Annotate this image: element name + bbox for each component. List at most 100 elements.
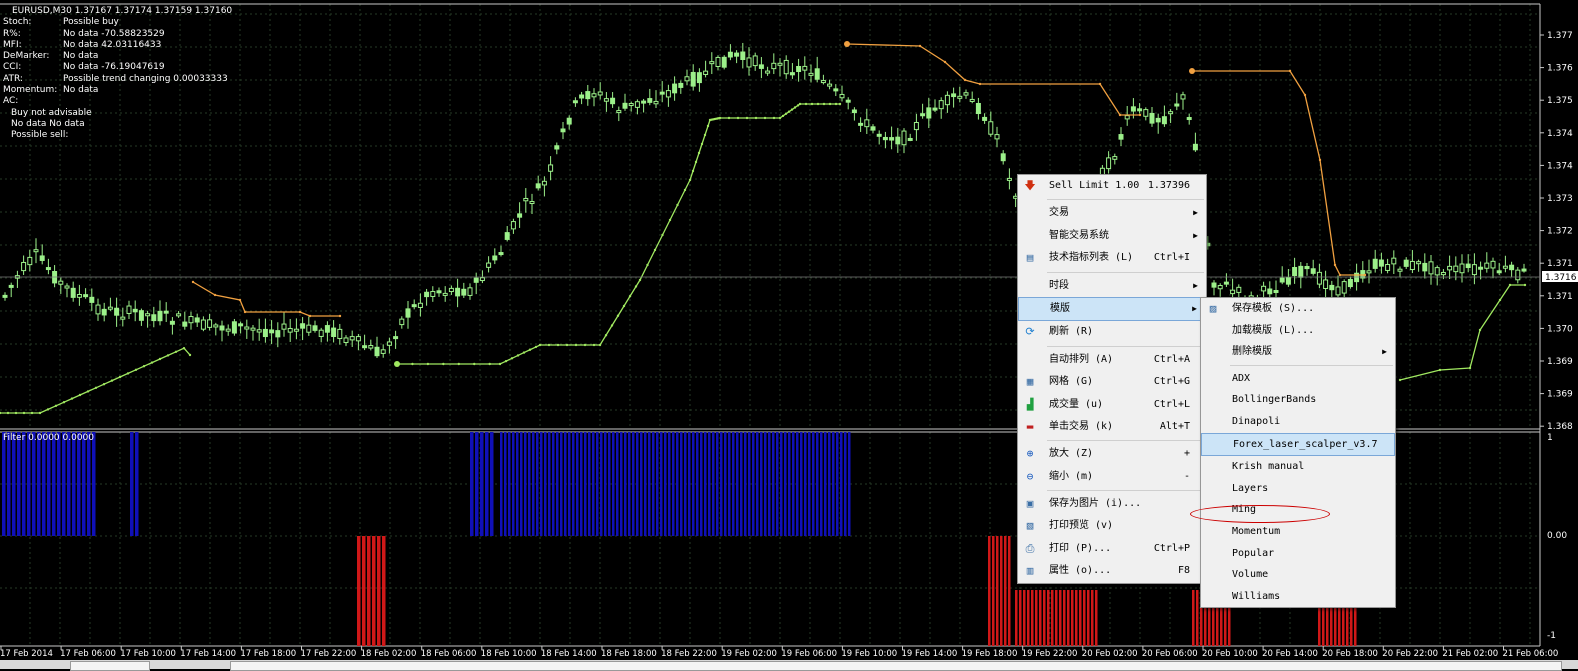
grid-icon: ▦ [1026, 375, 1034, 389]
filter-axis-label: -1 [1547, 631, 1556, 641]
indicator-row: Possible sell: [3, 130, 232, 141]
menu-item[interactable]: ⊕ 放大 (Z) + [1018, 443, 1206, 465]
menu-item[interactable]: ▧ 打印预览 (v) [1018, 515, 1206, 537]
price-axis-label: 1.374 [1547, 161, 1573, 171]
menu-item[interactable]: 🡇 Sell Limit 1.00 1.37396 [1018, 175, 1206, 197]
menu-item-label: 智能交易系统 [1049, 229, 1109, 241]
indicator-row: AC: [3, 96, 232, 107]
menu-item[interactable]: ▨ 保存模板 (S)... [1201, 298, 1395, 320]
menu-item-shortcut: Alt+T [1159, 420, 1190, 432]
chart-tab[interactable] [230, 661, 1562, 671]
menu-item-label: 放大 (Z) [1049, 448, 1094, 460]
menu-item-label: 缩小 (m) [1049, 470, 1094, 482]
menu-item[interactable]: 自动排列 (A) Ctrl+A [1018, 349, 1206, 371]
volume-icon: ▟ [1026, 397, 1034, 411]
save-picture-icon: ▣ [1026, 497, 1034, 511]
indicator-info-panel: EURUSD,M30 1.37167 1.37174 1.37159 1.371… [3, 6, 232, 142]
menu-item-label: ADX [1232, 372, 1251, 384]
print-icon: ⎙ [1025, 541, 1035, 555]
menu-item[interactable]: ADX [1201, 368, 1395, 390]
menu-item[interactable]: Ming [1201, 499, 1395, 521]
indicator-value: No data 42.03116433 [63, 39, 162, 50]
menu-item[interactable]: ▤ 技术指标列表 (L) Ctrl+I [1018, 247, 1206, 269]
refresh-icon: ⟳ [1025, 325, 1035, 339]
menu-item[interactable]: ⎙ 打印 (P)... Ctrl+P [1018, 538, 1206, 560]
menu-item[interactable]: 时段 ▶ [1018, 275, 1206, 297]
menu-item[interactable]: 删除模版 ▶ [1201, 341, 1395, 363]
menu-item-label: 刷新 (R) [1049, 326, 1094, 338]
time-axis-label: 19 Feb 06:00 [781, 649, 837, 659]
menu-item[interactable]: ⊖ 缩小 (m) - [1018, 466, 1206, 488]
filter-axis-label: 0.00 [1547, 531, 1567, 541]
submenu-arrow-icon: ▶ [1382, 347, 1387, 357]
menu-item-label: 网格 (G) [1049, 376, 1094, 388]
menu-item[interactable]: ▬ 单击交易 (k) Alt+T [1018, 416, 1206, 438]
menu-item-label: 模版 [1050, 302, 1070, 314]
time-axis-label: 17 Feb 14:00 [180, 649, 236, 659]
menu-item-label: BollingerBands [1232, 394, 1317, 406]
menu-item[interactable]: 加载模版 (L)... [1201, 320, 1395, 342]
submenu-arrow-icon: ▶ [1193, 280, 1198, 290]
menu-item[interactable]: Popular [1201, 543, 1395, 565]
price-axis-label: 1.370 [1547, 324, 1573, 334]
submenu-arrow-icon: ▶ [1193, 208, 1198, 218]
menu-item[interactable]: 模版 ▶ [1018, 296, 1206, 322]
menu-item[interactable]: Forex_laser_scalper_v3.7 [1201, 432, 1395, 457]
menu-item-shortcut: Ctrl+I [1153, 252, 1190, 264]
menu-item[interactable]: 交易 ▶ [1018, 202, 1206, 224]
menu-item-label: 保存为图片 (i)... [1049, 498, 1142, 510]
time-axis-label: 21 Feb 06:00 [1503, 649, 1559, 659]
submenu-arrow-icon: ▶ [1193, 230, 1198, 240]
time-axis-label: 18 Feb 22:00 [661, 649, 717, 659]
menu-item[interactable]: 智能交易系统 ▶ [1018, 225, 1206, 247]
time-axis-label: 20 Feb 14:00 [1262, 649, 1318, 659]
chart-tabs-bar [0, 660, 1578, 671]
menu-item-label: Popular [1232, 547, 1275, 559]
menu-separator [1047, 271, 1204, 273]
zoom-in-icon: ⊕ [1026, 447, 1034, 461]
indicator-value: Possible buy [63, 17, 119, 28]
menu-separator [1047, 440, 1204, 442]
indicator-value: No data -70.58823529 [63, 28, 165, 39]
menu-item[interactable]: ▟ 成交量 (u) Ctrl+L [1018, 394, 1206, 416]
indicator-value: No data -76.19047619 [63, 62, 165, 73]
chart-header: EURUSD,M30 1.37167 1.37174 1.37159 1.371… [12, 6, 233, 16]
menu-separator [1047, 345, 1204, 347]
menu-item[interactable]: Momentum [1201, 521, 1395, 543]
menu-item-label: Forex_laser_scalper_v3.7 [1233, 438, 1378, 450]
menu-item[interactable]: BollingerBands [1201, 389, 1395, 411]
time-axis-label: 18 Feb 02:00 [361, 649, 417, 659]
indicator-value: No data [63, 85, 99, 96]
chart-tab[interactable] [70, 661, 150, 671]
time-axis-label: 20 Feb 10:00 [1202, 649, 1258, 659]
menu-item-shortcut: + [1183, 448, 1190, 460]
menu-item[interactable]: Dinapoli [1201, 411, 1395, 433]
current-price-label: 1.3716 [1545, 273, 1577, 283]
menu-item[interactable]: ▥ 属性 (o)... F8 [1018, 560, 1206, 582]
menu-item[interactable]: Williams [1201, 586, 1395, 608]
menu-item-label: 交易 [1049, 207, 1069, 219]
time-axis-label: 17 Feb 22:00 [301, 649, 357, 659]
indicator-label: CCI: [3, 62, 22, 73]
indicator-row: No data No data [3, 119, 232, 130]
menu-item-label: Sell Limit 1.00 [1049, 180, 1140, 191]
menu-item[interactable]: ▦ 网格 (G) Ctrl+G [1018, 371, 1206, 393]
menu-item[interactable]: Volume [1201, 564, 1395, 586]
indicator-row: Buy not advisable [3, 108, 232, 119]
menu-item[interactable]: ⟳ 刷新 (R) [1018, 321, 1206, 343]
arrow-down-icon: 🡇 [1024, 179, 1036, 192]
time-axis-label: 20 Feb 06:00 [1142, 649, 1198, 659]
menu-item[interactable]: ▣ 保存为图片 (i)... [1018, 493, 1206, 515]
indicator-row: MFI: No data 42.03116433 [3, 40, 232, 51]
template-submenu: ▨ 保存模板 (S)... 加载模版 (L)... 删除模版 ▶ ADX Bollinger… [1200, 297, 1396, 609]
menu-item[interactable]: Krish manual [1201, 456, 1395, 478]
indicator-row: DeMarker: No data [3, 51, 232, 62]
menu-separator [1047, 490, 1204, 492]
time-axis-label: 19 Feb 18:00 [962, 649, 1018, 659]
menu-item-label: Layers [1232, 482, 1269, 494]
menu-item-label: Williams [1232, 590, 1281, 602]
price-axis-label: 1.375 [1547, 96, 1573, 106]
menu-item[interactable]: Layers [1201, 478, 1395, 500]
indicator-label: AC: [3, 96, 19, 107]
time-axis-label: 20 Feb 02:00 [1082, 649, 1138, 659]
